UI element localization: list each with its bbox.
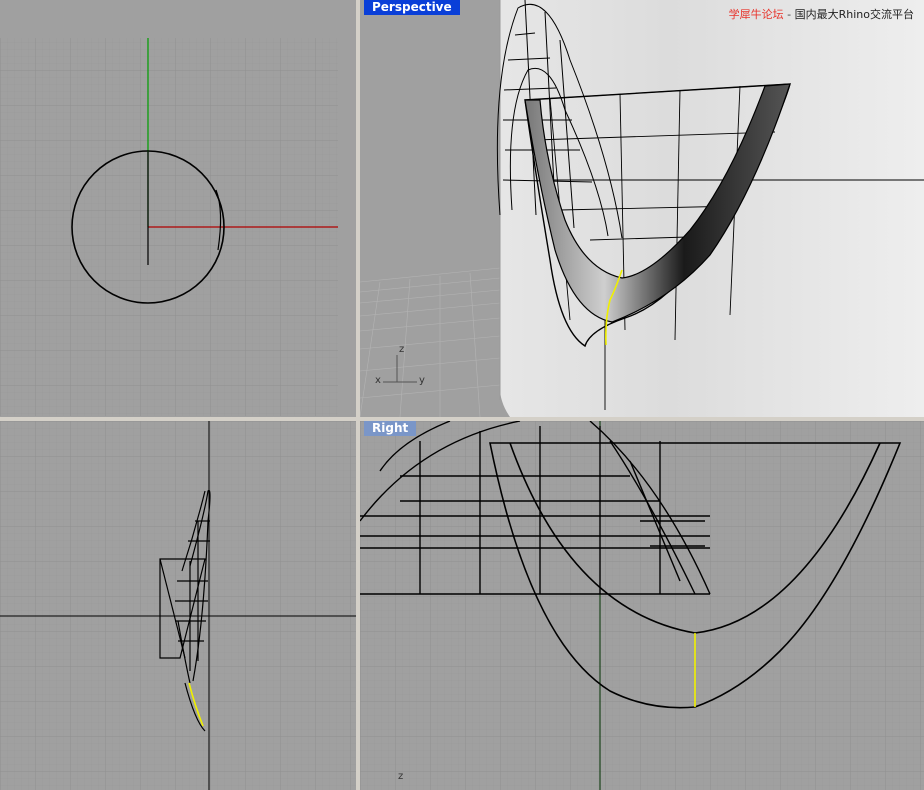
- viewport-front[interactable]: [0, 421, 356, 790]
- viewport-perspective[interactable]: z x y Perspective 学犀牛论坛 - 国内最大Rhino交流平台: [360, 0, 924, 417]
- front-view-canvas: [0, 421, 356, 790]
- top-view-canvas: [0, 38, 338, 416]
- watermark-tagline: 国内最大Rhino交流平台: [794, 8, 914, 21]
- watermark-brand: 学犀牛论坛: [728, 8, 784, 21]
- viewport-label-right[interactable]: Right: [364, 421, 417, 436]
- construction-grid-front: [0, 421, 356, 790]
- right-view-canvas: [360, 421, 924, 790]
- viewport-right[interactable]: z Right: [360, 421, 924, 790]
- watermark-separator: -: [787, 8, 792, 21]
- perspective-floor-grid: [360, 267, 501, 417]
- axis-z-label: z: [399, 344, 405, 355]
- viewport-top[interactable]: [0, 0, 356, 417]
- axis-y-label: y: [419, 375, 425, 386]
- perspective-canvas: [360, 0, 924, 417]
- axis-x-label: x: [375, 375, 381, 386]
- viewport-label-perspective[interactable]: Perspective: [364, 0, 460, 15]
- axis-z-label-right: z: [398, 771, 404, 782]
- watermark: 学犀牛论坛 - 国内最大Rhino交流平台: [729, 6, 914, 22]
